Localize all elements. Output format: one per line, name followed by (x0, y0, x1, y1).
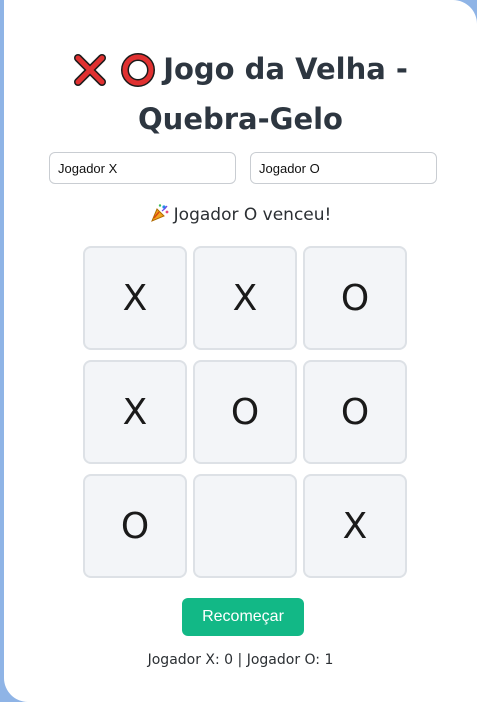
board-cell-1[interactable]: X (83, 246, 187, 350)
game-card: Jogo da Velha - Quebra-Gelo Jogador O ve… (4, 0, 477, 702)
board-cell-6[interactable]: O (303, 360, 407, 464)
game-board: X X O X O O O X (83, 246, 407, 578)
hollow-circle-icon (121, 52, 156, 98)
status-text: Jogador O venceu! (173, 205, 332, 225)
player-o-name-input[interactable] (250, 152, 437, 184)
board-cell-8[interactable] (193, 474, 297, 578)
board-cell-3[interactable]: O (303, 246, 407, 350)
player-inputs (49, 152, 437, 184)
restart-button[interactable]: Recomeçar (182, 598, 304, 636)
title-text: Jogo da Velha - Quebra-Gelo (138, 52, 408, 136)
board-cell-2[interactable]: X (193, 246, 297, 350)
cross-mark-icon (73, 53, 107, 98)
board-cell-4[interactable]: X (83, 360, 187, 464)
board-cell-7[interactable]: O (83, 474, 187, 578)
game-status: Jogador O venceu! (4, 202, 477, 231)
board-cell-5[interactable]: O (193, 360, 297, 464)
title-icons (73, 52, 156, 98)
scoreboard: Jogador X: 0 | Jogador O: 1 (147, 652, 334, 668)
party-popper-icon (150, 203, 170, 231)
page-title: Jogo da Velha - Quebra-Gelo (4, 48, 477, 140)
board-cell-9[interactable]: X (303, 474, 407, 578)
player-x-name-input[interactable] (49, 152, 236, 184)
